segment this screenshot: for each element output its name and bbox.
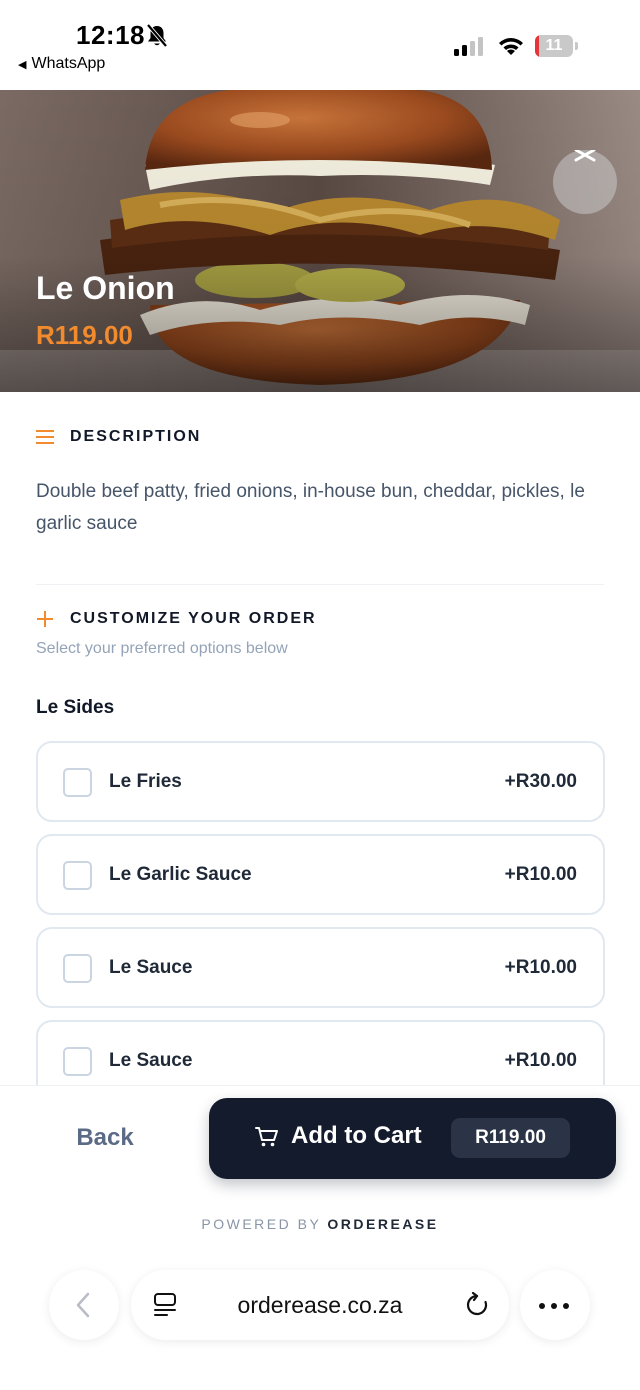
product-name: Le Onion — [36, 270, 175, 306]
plus-icon — [37, 611, 53, 627]
options-list: Le Fries +R30.00 Le Garlic Sauce +R10.00… — [36, 741, 605, 1085]
customize-label: CUSTOMIZE YOUR ORDER — [70, 610, 317, 627]
product-price: R119.00 — [36, 320, 133, 350]
powered-by: POWERED BY ORDEREASE — [201, 1216, 439, 1232]
status-bar: 12:18 ◀ WhatsApp 11 — [0, 0, 640, 90]
battery-icon: 11 — [535, 35, 573, 57]
option-name: Le Sauce — [109, 1050, 193, 1071]
wifi-icon — [499, 38, 523, 55]
option-le-sauce[interactable]: Le Sauce +R10.00 — [36, 927, 605, 1008]
option-le-fries[interactable]: Le Fries +R30.00 — [36, 741, 605, 822]
option-le-sauce-2[interactable]: Le Sauce +R10.00 — [36, 1020, 605, 1085]
add-to-cart-label: Add to Cart — [291, 1122, 422, 1149]
option-checkbox[interactable] — [63, 954, 92, 983]
customize-heading: CUSTOMIZE YOUR ORDER — [36, 610, 317, 628]
option-name: Le Sauce — [109, 957, 193, 978]
status-time: 12:18 — [76, 20, 145, 50]
chevron-left-icon — [76, 1292, 90, 1318]
back-to-app-link[interactable]: ◀ WhatsApp — [18, 55, 105, 73]
option-checkbox[interactable] — [63, 1047, 92, 1076]
option-name: Le Fries — [109, 771, 182, 792]
url-text: orderease.co.za — [237, 1292, 403, 1318]
option-price: +R10.00 — [504, 864, 577, 885]
signal-icon — [454, 37, 483, 56]
cart-total-badge: R119.00 — [451, 1118, 570, 1158]
browser-back-button[interactable] — [49, 1270, 119, 1340]
close-icon — [574, 150, 596, 162]
brand-name: ORDEREASE — [327, 1216, 439, 1232]
option-price: +R10.00 — [504, 957, 577, 978]
option-group-title: Le Sides — [36, 697, 115, 718]
option-price: +R30.00 — [504, 771, 577, 792]
add-to-cart-button[interactable]: Add to Cart R119.00 — [209, 1098, 616, 1179]
more-dots-icon — [539, 1303, 569, 1309]
option-checkbox[interactable] — [63, 861, 92, 890]
back-button[interactable]: Back — [36, 1110, 174, 1166]
address-bar[interactable]: orderease.co.za — [131, 1270, 509, 1340]
description-heading: DESCRIPTION — [36, 428, 201, 446]
reload-icon[interactable] — [465, 1292, 489, 1318]
divider — [36, 584, 604, 585]
customize-subtitle: Select your preferred options below — [36, 640, 288, 657]
option-price: +R10.00 — [504, 1050, 577, 1071]
menu-lines-icon — [36, 430, 54, 444]
bell-off-icon — [146, 24, 168, 48]
close-button[interactable] — [553, 150, 617, 214]
product-hero: Le Onion R119.00 — [0, 90, 640, 392]
description-text: Double beef patty, fried onions, in-hous… — [36, 481, 585, 534]
option-name: Le Garlic Sauce — [109, 864, 252, 885]
option-le-garlic-sauce[interactable]: Le Garlic Sauce +R10.00 — [36, 834, 605, 915]
option-checkbox[interactable] — [63, 768, 92, 797]
more-options-button[interactable] — [520, 1270, 590, 1340]
description-label: DESCRIPTION — [70, 428, 202, 445]
cart-icon — [255, 1127, 278, 1147]
